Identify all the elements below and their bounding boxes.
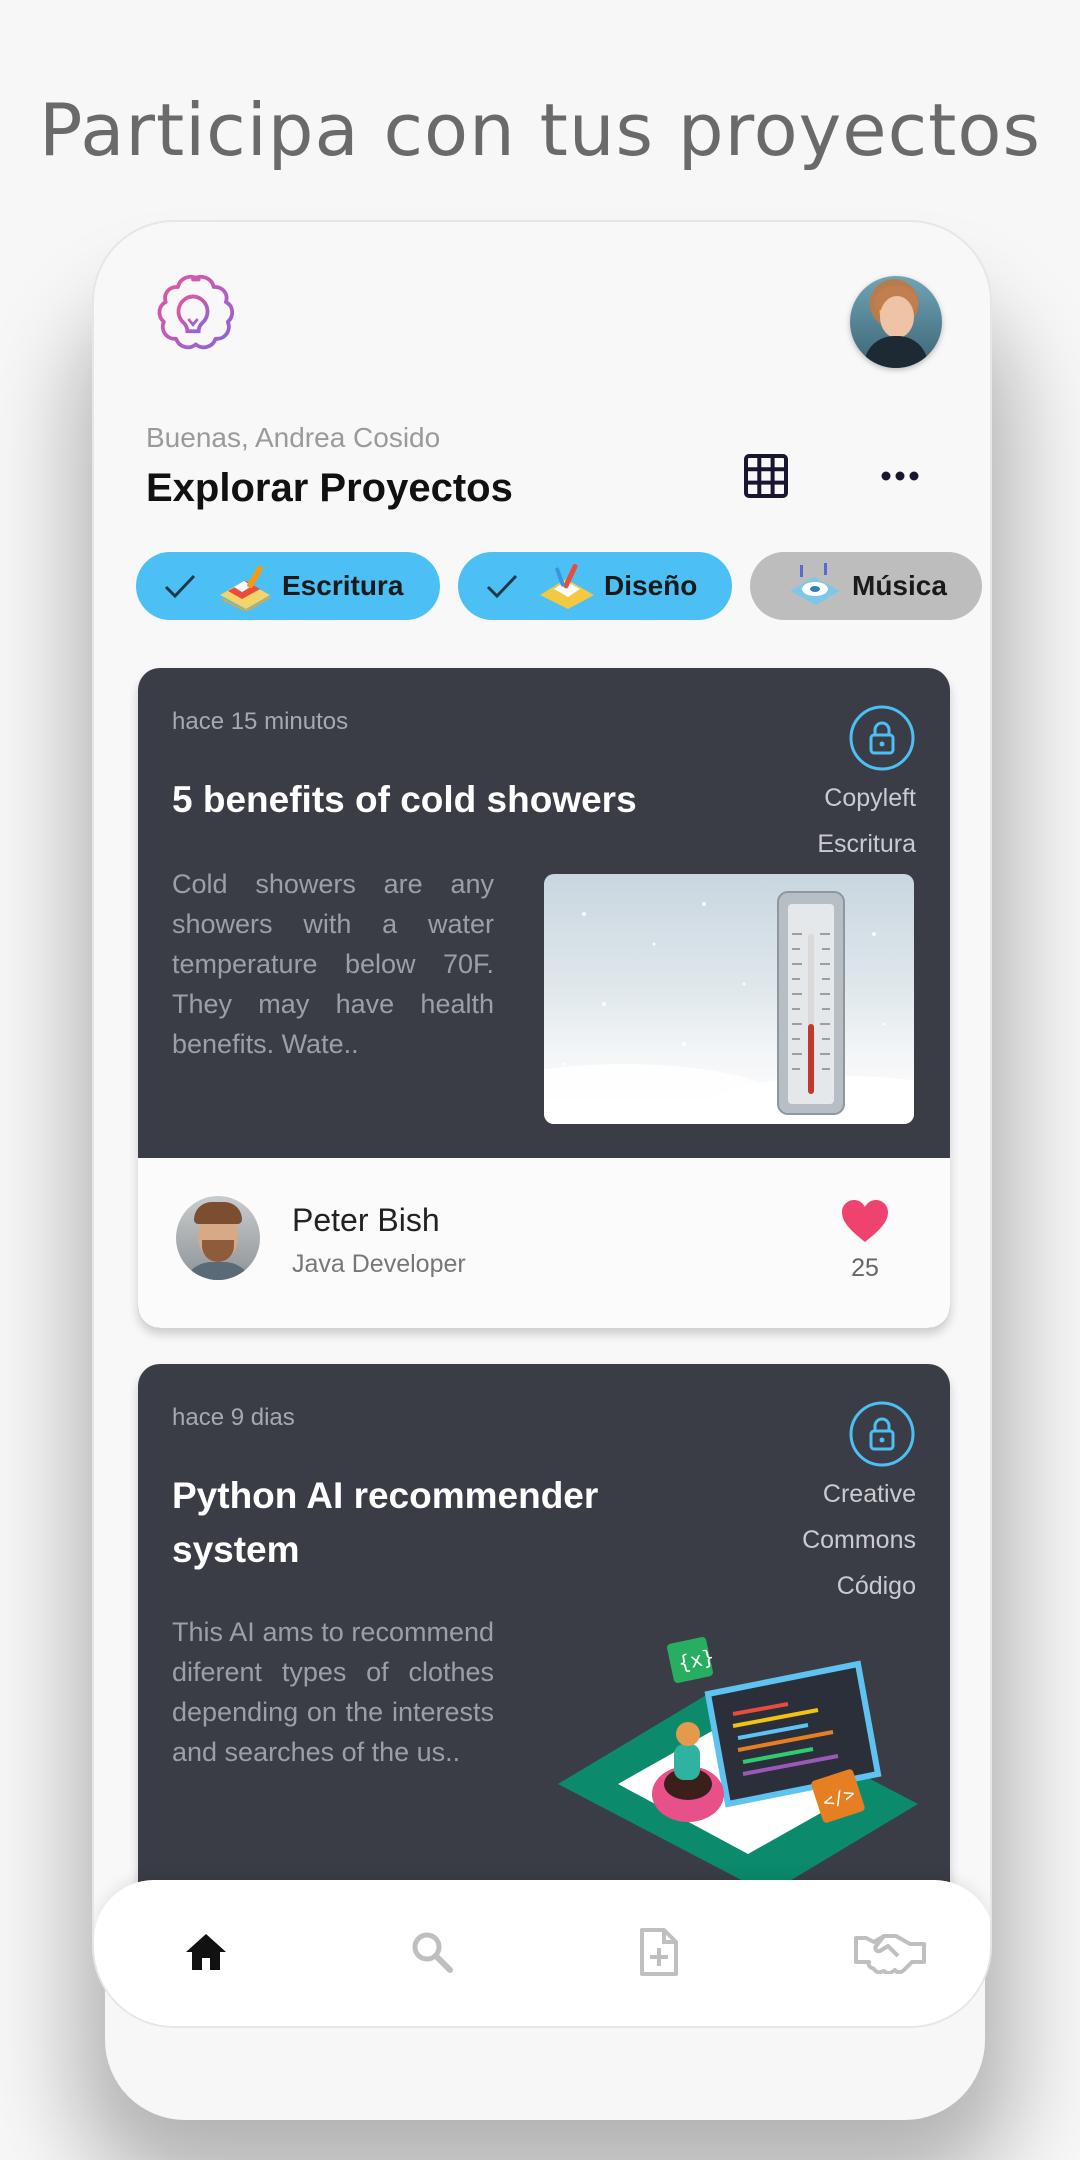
card-tag: Escritura xyxy=(817,830,916,858)
home-icon xyxy=(186,1934,226,1970)
card-title: 5 benefits of cold showers xyxy=(172,779,637,820)
chip-label: Escritura xyxy=(282,570,404,601)
author-name[interactable]: Peter Bish xyxy=(292,1202,440,1239)
card-title: Python AI recommender xyxy=(172,1475,599,1516)
chip-label: Música xyxy=(852,570,947,601)
nav-home[interactable] xyxy=(176,1922,236,1982)
chip-diseno[interactable]: Diseño xyxy=(458,552,732,620)
card-tag: Copyleft xyxy=(824,784,916,812)
nav-add-project[interactable] xyxy=(628,1922,688,1982)
phone-frame: Buenas, Andrea Cosido Explorar Proyectos… xyxy=(92,220,992,2028)
more-dots-icon[interactable] xyxy=(878,462,922,490)
thermometer-image xyxy=(544,874,914,1124)
lock-icon[interactable] xyxy=(848,1400,916,1468)
likes-count: 25 xyxy=(851,1254,879,1282)
page-headline: Participa con tus proyectos xyxy=(39,88,1041,172)
search-icon xyxy=(412,1932,453,1973)
card-tag: Commons xyxy=(802,1526,916,1554)
greeting-text: Buenas, Andrea Cosido xyxy=(146,422,441,453)
nav-collaborate[interactable] xyxy=(852,1922,928,1982)
chip-musica[interactable]: Música xyxy=(750,552,982,620)
author-role: Java Developer xyxy=(292,1250,466,1278)
writing-icon xyxy=(220,565,271,611)
coding-illustration: {x} </> xyxy=(558,1637,918,1894)
design-icon xyxy=(540,564,594,609)
user-avatar[interactable] xyxy=(850,276,942,368)
author-avatar[interactable] xyxy=(176,1196,260,1280)
page-title: Explorar Proyectos xyxy=(146,466,513,510)
card-time: hace 15 minutos xyxy=(172,708,349,735)
card-description: Cold showers are any showers with a wate… xyxy=(172,869,494,1059)
handshake-icon xyxy=(854,1934,926,1974)
category-chips: Escritura Diseño Música xyxy=(136,552,990,622)
grid-icon[interactable] xyxy=(742,452,790,500)
project-card[interactable]: hace 15 minutos 5 benefits of cold showe… xyxy=(138,668,950,1328)
card-footer: Peter Bish Java Developer 25 xyxy=(138,1158,950,1328)
lock-icon[interactable] xyxy=(848,704,916,772)
music-icon xyxy=(790,563,840,605)
nav-search[interactable] xyxy=(402,1922,462,1982)
chip-label: Diseño xyxy=(604,570,698,601)
check-icon xyxy=(164,574,196,599)
card-tag: Creative xyxy=(822,1480,916,1508)
chip-escritura[interactable]: Escritura xyxy=(136,552,440,620)
card-description: This AI ams to recommend diferent types … xyxy=(172,1617,494,1767)
card-time: hace 9 dias xyxy=(172,1404,295,1431)
card-title: system xyxy=(172,1529,300,1570)
check-icon xyxy=(486,574,518,599)
heart-icon[interactable] xyxy=(840,1198,890,1244)
card-tag: Código xyxy=(836,1572,916,1600)
add-file-icon xyxy=(640,1928,678,1976)
bottom-navigation xyxy=(94,1880,990,2026)
brain-lightbulb-icon xyxy=(157,275,235,350)
